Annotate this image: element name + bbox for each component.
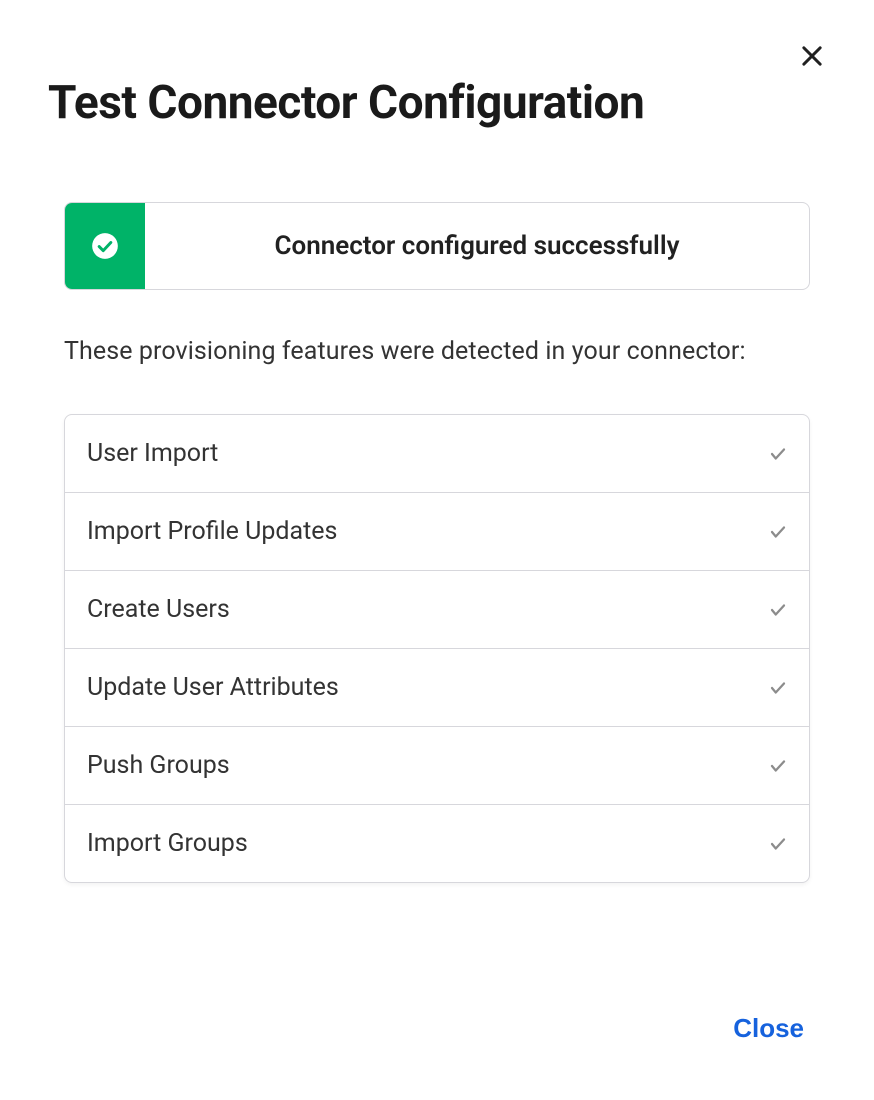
check-icon (769, 679, 787, 697)
test-connector-modal: Test Connector Configuration Connector c… (0, 0, 874, 1100)
banner-message: Connector configured successfully (145, 203, 809, 289)
list-item: Push Groups (65, 727, 809, 805)
list-item: User Import (65, 415, 809, 493)
modal-footer: Close (733, 1013, 804, 1044)
list-item: Update User Attributes (65, 649, 809, 727)
feature-list: User Import Import Profile Updates Creat… (64, 414, 810, 883)
feature-label: User Import (87, 439, 218, 468)
feature-label: Create Users (87, 595, 230, 624)
feature-label: Import Groups (87, 829, 248, 858)
check-icon (769, 601, 787, 619)
feature-label: Import Profile Updates (87, 517, 337, 546)
check-icon (769, 523, 787, 541)
features-subtitle: These provisioning features were detecte… (64, 332, 810, 372)
close-button[interactable]: Close (733, 1013, 804, 1044)
feature-label: Push Groups (87, 751, 230, 780)
modal-content: Connector configured successfully These … (48, 202, 826, 883)
close-icon[interactable] (794, 38, 830, 74)
check-icon (769, 757, 787, 775)
list-item: Import Profile Updates (65, 493, 809, 571)
check-icon (769, 835, 787, 853)
check-icon (769, 445, 787, 463)
success-check-circle-icon (65, 203, 145, 289)
list-item: Create Users (65, 571, 809, 649)
success-banner: Connector configured successfully (64, 202, 810, 290)
list-item: Import Groups (65, 805, 809, 882)
modal-title: Test Connector Configuration (48, 76, 826, 130)
feature-label: Update User Attributes (87, 673, 339, 702)
